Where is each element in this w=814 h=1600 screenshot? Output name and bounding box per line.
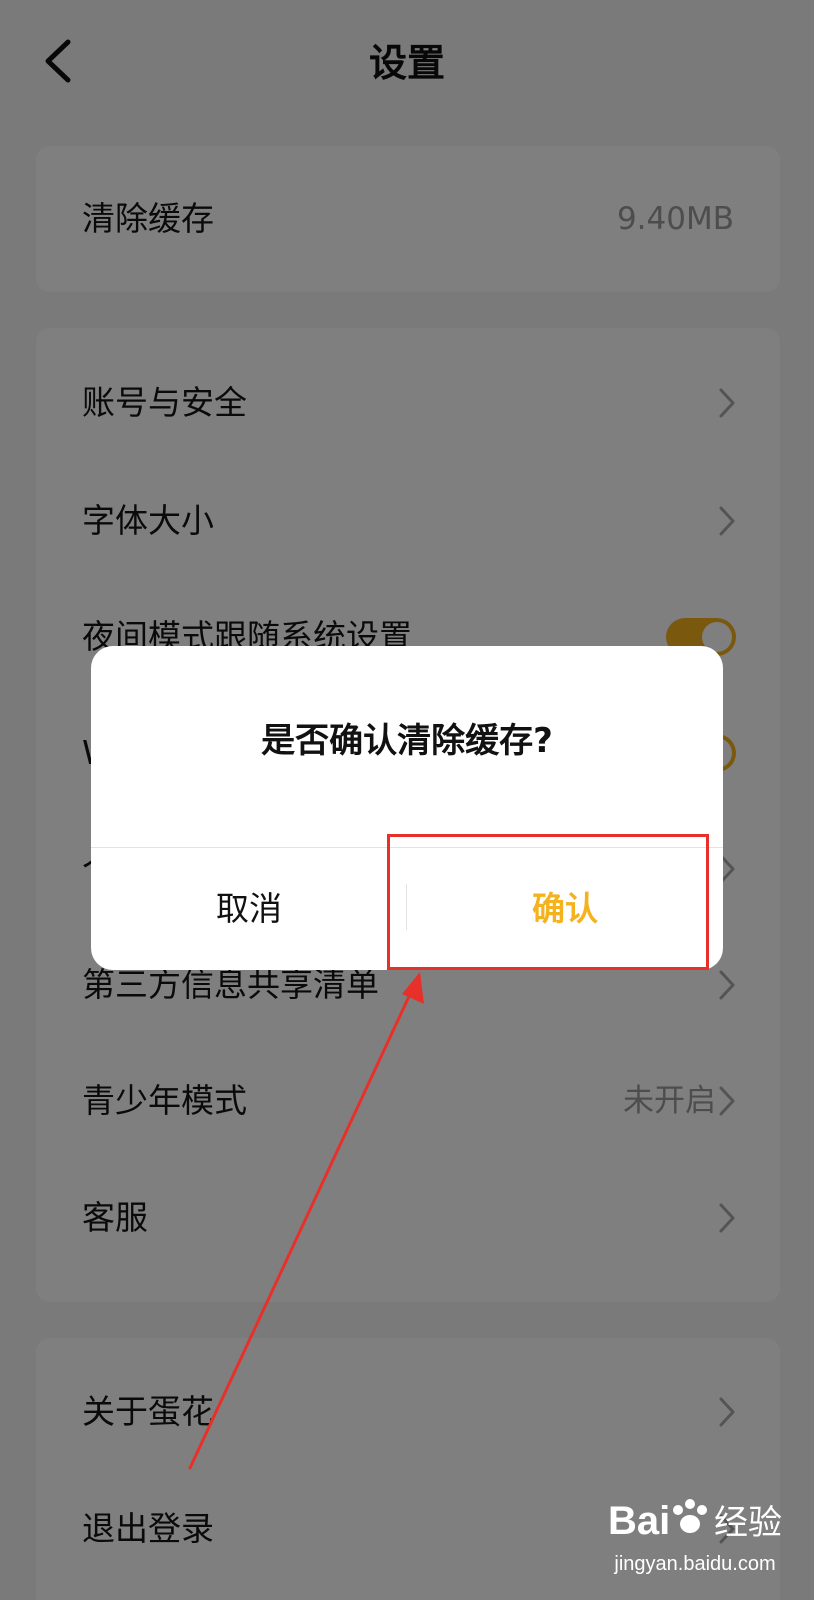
annotation-arrow-icon xyxy=(188,972,424,1470)
baidu-watermark: Bai 经验 jingyan.baidu.com xyxy=(600,1478,790,1588)
paw-icon: Bai 经验 xyxy=(608,1499,782,1543)
svg-text:Bai: Bai xyxy=(608,1499,670,1543)
settings-page: 设置 清除缓存 9.40MB 账号与安全 字体大小 夜间模式跟随系统设置 W 个 xyxy=(0,0,814,1600)
watermark-url: jingyan.baidu.com xyxy=(614,1553,776,1575)
svg-text:经验: 经验 xyxy=(714,1503,782,1543)
